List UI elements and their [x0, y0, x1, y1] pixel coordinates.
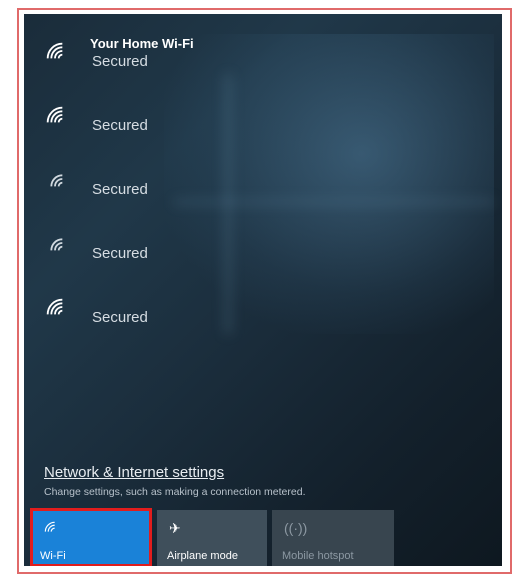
hotspot-icon: ((·)) — [284, 520, 308, 536]
wifi-signal-icon — [46, 42, 63, 59]
network-item[interactable]: Secured — [24, 218, 502, 280]
wifi-signal-icon — [46, 106, 63, 123]
settings-description: Change settings, such as making a connec… — [44, 486, 306, 498]
network-internet-settings-link[interactable]: Network & Internet settings — [44, 464, 224, 481]
network-item[interactable]: Your Home Wi-Fi Secured — [24, 26, 502, 88]
network-item[interactable]: Secured — [24, 154, 502, 216]
wifi-signal-icon — [50, 238, 63, 251]
network-status: Secured — [92, 181, 148, 198]
airplane-mode-label: Airplane mode — [167, 550, 238, 562]
network-flyout: Your Home Wi-Fi Secured Secured Secured — [24, 14, 502, 566]
network-status: Secured — [92, 53, 148, 70]
wifi-signal-icon — [50, 174, 63, 187]
network-item[interactable]: Secured — [24, 282, 502, 344]
mobile-hotspot-label: Mobile hotspot — [282, 550, 354, 562]
airplane-icon: ✈ — [169, 520, 181, 536]
mobile-hotspot-button[interactable]: ((·)) Mobile hotspot — [272, 510, 394, 566]
network-item[interactable]: Secured — [24, 90, 502, 152]
wifi-signal-icon — [46, 298, 63, 315]
network-status: Secured — [92, 245, 148, 262]
highlight-outline — [30, 508, 152, 566]
network-name: Your Home Wi-Fi — [90, 36, 194, 51]
network-status: Secured — [92, 117, 148, 134]
network-status: Secured — [92, 309, 148, 326]
airplane-mode-button[interactable]: ✈ Airplane mode — [157, 510, 267, 566]
